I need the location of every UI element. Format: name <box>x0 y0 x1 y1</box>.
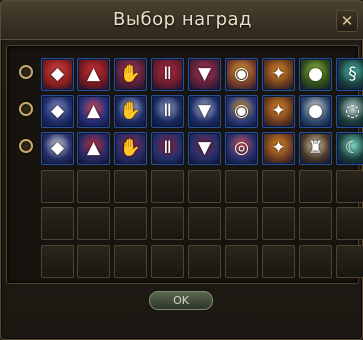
cloth-robe-icon: ▲ <box>86 138 101 158</box>
empty-slot <box>151 245 184 278</box>
empty-slot <box>262 245 295 278</box>
empty-slot <box>151 170 184 203</box>
reward-set-radio-3[interactable] <box>19 139 33 153</box>
reward-set-radio-1[interactable] <box>19 65 33 79</box>
reward-slot[interactable]: ✦ <box>262 132 295 165</box>
empty-slot <box>262 170 295 203</box>
blue-helmet-icon: ◆ <box>50 101 65 121</box>
empty-slot <box>299 207 332 240</box>
reward-slot[interactable]: ▲ <box>77 132 110 165</box>
empty-slot <box>41 170 74 203</box>
reward-slot[interactable]: ▲ <box>77 58 110 91</box>
reward-slot[interactable]: ▼ <box>188 95 221 128</box>
winged-belt-icon: ✦ <box>271 138 286 158</box>
empty-slot <box>299 245 332 278</box>
reward-slot[interactable]: ✦ <box>262 58 295 91</box>
cloth-hood-icon: ◆ <box>50 138 65 158</box>
gold-shoulder-icon: ◉ <box>234 101 249 121</box>
empty-slot <box>225 245 258 278</box>
empty-slot <box>336 245 363 278</box>
blue-chest-armor-icon: ▲ <box>86 101 101 121</box>
empty-slot <box>262 207 295 240</box>
empty-slot <box>188 245 221 278</box>
reward-grid-panel: ◆ ▲ ✋ Ⅱ ▼ ◉ ✦ ● § ◆ ▲ ✋ Ⅱ ▼ ◉ ✦ ● ◌ ◆ ▲ ✋ Ⅱ ▼ ◎ ✦ ♜ ☾ <box>6 45 363 284</box>
idol-figure-icon: ♜ <box>307 138 324 158</box>
reward-slot[interactable]: ✋ <box>114 95 147 128</box>
empty-slot <box>114 207 147 240</box>
red-bracelet-icon: ◎ <box>234 138 249 158</box>
teal-necklace-icon: § <box>348 64 357 84</box>
cloth-gloves-icon: ✋ <box>119 138 142 158</box>
empty-slot <box>151 207 184 240</box>
cloth-pants-icon: Ⅱ <box>163 138 172 158</box>
blue-leggings-icon: Ⅱ <box>163 101 172 121</box>
empty-slot <box>77 245 110 278</box>
reward-selection-window: Выбор наград ✕ ◆ ▲ ✋ Ⅱ ▼ ◉ ✦ ● § ◆ ▲ ✋ Ⅱ ▼ ◉ ✦ ● ◌ ◆ ▲ ✋ Ⅱ ▼ ◎ ✦… <box>0 0 363 340</box>
close-button[interactable]: ✕ <box>336 10 358 32</box>
empty-slot <box>336 207 363 240</box>
empty-slot <box>188 207 221 240</box>
reward-slot[interactable]: ● <box>299 58 332 91</box>
empty-slot <box>225 207 258 240</box>
reward-slot[interactable]: § <box>336 58 363 91</box>
crescent-charm-icon: ☾ <box>344 138 361 158</box>
reward-slot[interactable]: Ⅱ <box>151 95 184 128</box>
reward-slot[interactable]: ◎ <box>225 132 258 165</box>
winged-belt-icon: ✦ <box>271 101 286 121</box>
reward-slot[interactable]: ✋ <box>114 58 147 91</box>
reward-slot[interactable]: ▼ <box>188 58 221 91</box>
white-orb-icon: ● <box>308 101 323 121</box>
window-title: Выбор наград <box>113 9 252 30</box>
red-leggings-icon: Ⅱ <box>163 64 172 84</box>
reward-slot[interactable]: ◆ <box>41 132 74 165</box>
empty-slot <box>336 170 363 203</box>
reward-slot[interactable]: ◉ <box>225 58 258 91</box>
reward-slot[interactable]: ◌ <box>336 95 363 128</box>
gold-shoulder-icon: ◉ <box>234 64 249 84</box>
empty-slot <box>114 245 147 278</box>
empty-slot <box>77 207 110 240</box>
reward-slot[interactable]: Ⅱ <box>151 132 184 165</box>
blue-boots-icon: ▼ <box>197 101 212 121</box>
ok-button[interactable]: OK <box>149 291 213 310</box>
reward-slot[interactable]: ◆ <box>41 58 74 91</box>
reward-slot[interactable]: ✋ <box>114 132 147 165</box>
reward-slot[interactable]: ✦ <box>262 95 295 128</box>
red-gloves-icon: ✋ <box>119 64 142 84</box>
silver-necklace-icon: ◌ <box>345 101 360 121</box>
reward-slot[interactable]: ♜ <box>299 132 332 165</box>
empty-slot <box>41 245 74 278</box>
reward-slot[interactable]: ◆ <box>41 95 74 128</box>
reward-slot[interactable]: ▼ <box>188 132 221 165</box>
reward-slot[interactable]: ◉ <box>225 95 258 128</box>
reward-set-radio-2[interactable] <box>19 102 33 116</box>
red-helmet-icon: ◆ <box>50 64 65 84</box>
reward-slot[interactable]: ▲ <box>77 95 110 128</box>
empty-slot <box>299 170 332 203</box>
empty-slot <box>41 207 74 240</box>
red-chest-armor-icon: ▲ <box>86 64 101 84</box>
empty-slot <box>188 170 221 203</box>
green-orb-icon: ● <box>308 64 323 84</box>
winged-belt-icon: ✦ <box>271 64 286 84</box>
empty-slot <box>114 170 147 203</box>
reward-slot[interactable]: ● <box>299 95 332 128</box>
cloth-shoes-icon: ▼ <box>197 138 212 158</box>
reward-slot[interactable]: Ⅱ <box>151 58 184 91</box>
empty-slot <box>77 170 110 203</box>
red-boots-icon: ▼ <box>197 64 212 84</box>
title-bar[interactable]: Выбор наград ✕ <box>1 1 363 40</box>
reward-slot[interactable]: ☾ <box>336 132 363 165</box>
blue-gloves-icon: ✋ <box>119 101 142 121</box>
empty-slot <box>225 170 258 203</box>
